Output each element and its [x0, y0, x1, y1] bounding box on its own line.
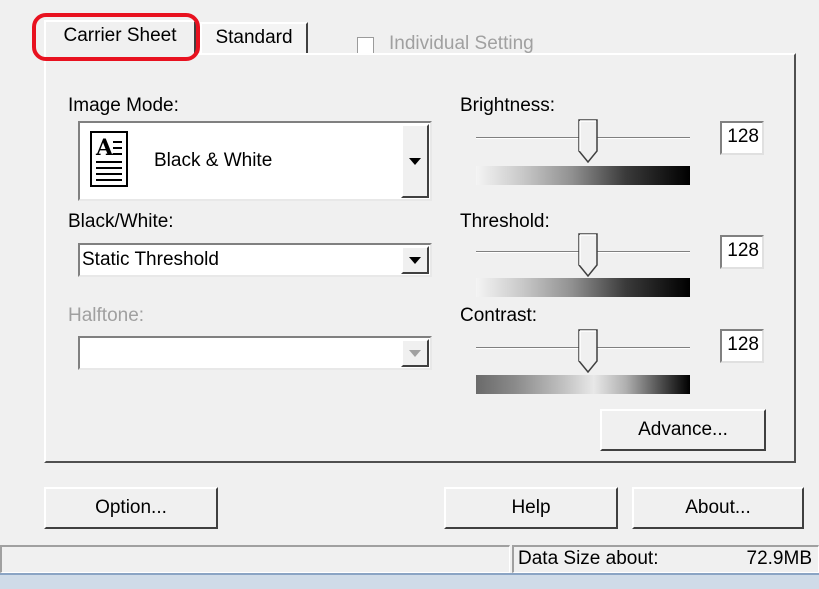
- status-bar-data-size: Data Size about: 72.9MB: [512, 545, 819, 573]
- image-mode-label: Image Mode:: [68, 95, 179, 116]
- contrast-gradient: [476, 375, 690, 394]
- scanner-settings-dialog: Carrier Sheet Standard Individual Settin…: [0, 0, 819, 573]
- threshold-value-field[interactable]: 128: [720, 235, 764, 269]
- advance-button[interactable]: Advance...: [600, 409, 766, 451]
- data-size-value: 72.9MB: [746, 548, 812, 569]
- status-bar-empty-field: [0, 545, 510, 573]
- chevron-down-icon: [409, 257, 421, 264]
- settings-panel: Image Mode: A Black & White Black/White:…: [44, 53, 796, 463]
- threshold-slider-thumb[interactable]: [578, 233, 598, 278]
- contrast-value-field[interactable]: 128: [720, 329, 764, 363]
- option-button[interactable]: Option...: [44, 487, 218, 529]
- black-white-label: Black/White:: [68, 211, 174, 232]
- image-mode-dropdown-button[interactable]: [401, 124, 429, 198]
- highlight-ring: [32, 13, 200, 61]
- data-size-label: Data Size about:: [518, 548, 659, 569]
- individual-setting-checkbox[interactable]: [357, 37, 374, 54]
- about-button[interactable]: About...: [632, 487, 804, 529]
- brightness-value-field[interactable]: 128: [720, 121, 764, 155]
- chevron-down-icon: [409, 350, 421, 357]
- chevron-down-icon: [409, 158, 421, 165]
- brightness-gradient: [476, 166, 690, 185]
- window-bottom-edge: [0, 573, 819, 589]
- brightness-slider-thumb[interactable]: [578, 119, 598, 164]
- help-button[interactable]: Help: [444, 487, 618, 529]
- tab-standard[interactable]: Standard: [200, 22, 308, 54]
- svg-text:A: A: [95, 135, 114, 161]
- contrast-slider-thumb[interactable]: [578, 329, 598, 374]
- black-white-select[interactable]: Static Threshold: [78, 243, 432, 277]
- contrast-label: Contrast:: [460, 305, 538, 326]
- black-white-dropdown-button[interactable]: [401, 246, 429, 274]
- black-white-value: Static Threshold: [82, 249, 219, 270]
- image-mode-value: Black & White: [154, 150, 273, 171]
- brightness-label: Brightness:: [460, 95, 556, 116]
- halftone-select[interactable]: [78, 336, 432, 370]
- threshold-gradient: [476, 278, 690, 297]
- threshold-label: Threshold:: [460, 211, 550, 232]
- individual-setting-label: Individual Setting: [389, 33, 534, 54]
- document-text-icon: A: [90, 131, 128, 187]
- halftone-label: Halftone:: [68, 305, 145, 326]
- image-mode-select[interactable]: A Black & White: [78, 121, 432, 201]
- halftone-dropdown-button[interactable]: [401, 339, 429, 367]
